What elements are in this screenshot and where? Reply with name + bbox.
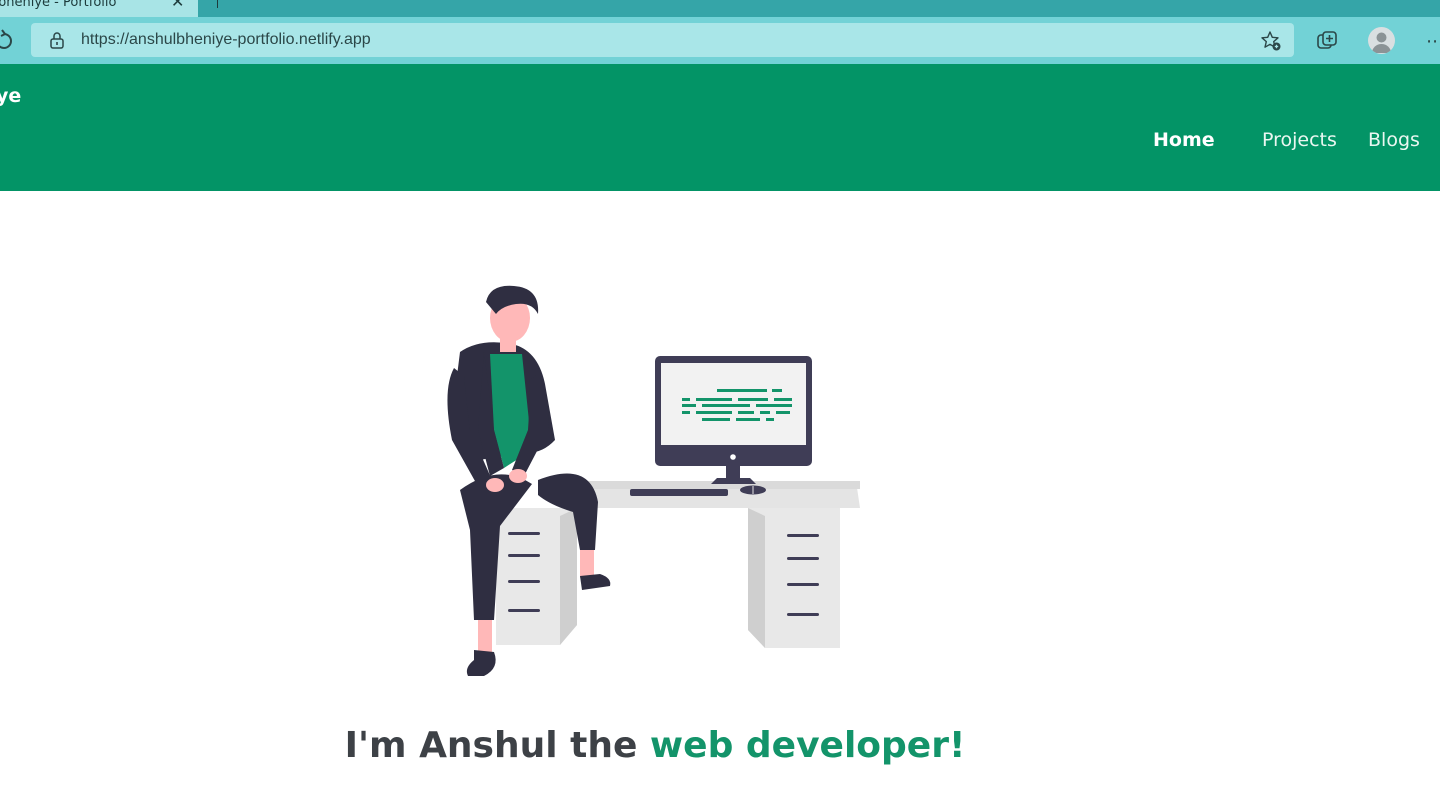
lock-icon[interactable] <box>48 31 66 49</box>
headline-prefix: I'm Anshul the <box>344 725 650 766</box>
nav-home-link[interactable]: Home <box>1153 129 1215 151</box>
hero-headline: I'm Anshul the web developer! <box>0 725 1310 766</box>
developer-desk-illustration <box>447 285 860 676</box>
nav-projects-link[interactable]: Projects <box>1262 129 1337 151</box>
browser-toolbar: https://anshulbheniye-portfolio.netlify.… <box>0 17 1440 64</box>
reload-icon[interactable] <box>0 23 18 57</box>
keyboard <box>630 489 728 496</box>
nav-blogs-link[interactable]: Blogs <box>1368 129 1420 151</box>
site-navbar: ye Home Projects Blogs <box>0 64 1440 191</box>
tab-close-icon[interactable]: ✕ <box>171 0 184 10</box>
collections-icon[interactable] <box>1316 30 1338 52</box>
address-bar[interactable]: https://anshulbheniye-portfolio.netlify.… <box>31 23 1294 57</box>
tab-title: bheniye - Portfolio <box>0 0 117 10</box>
add-favorite-icon[interactable] <box>1260 30 1282 52</box>
browser-tab-strip: bheniye - Portfolio ✕ <box>0 0 1440 17</box>
profile-avatar-icon[interactable] <box>1368 27 1395 54</box>
address-url[interactable]: https://anshulbheniye-portfolio.netlify.… <box>81 30 371 50</box>
more-options-icon[interactable]: ⋯ <box>1426 31 1440 52</box>
headline-accent: web developer! <box>649 725 966 766</box>
browser-tab[interactable]: bheniye - Portfolio ✕ <box>0 0 198 17</box>
site-brand[interactable]: ye <box>0 85 21 107</box>
tab-separator <box>217 0 218 8</box>
